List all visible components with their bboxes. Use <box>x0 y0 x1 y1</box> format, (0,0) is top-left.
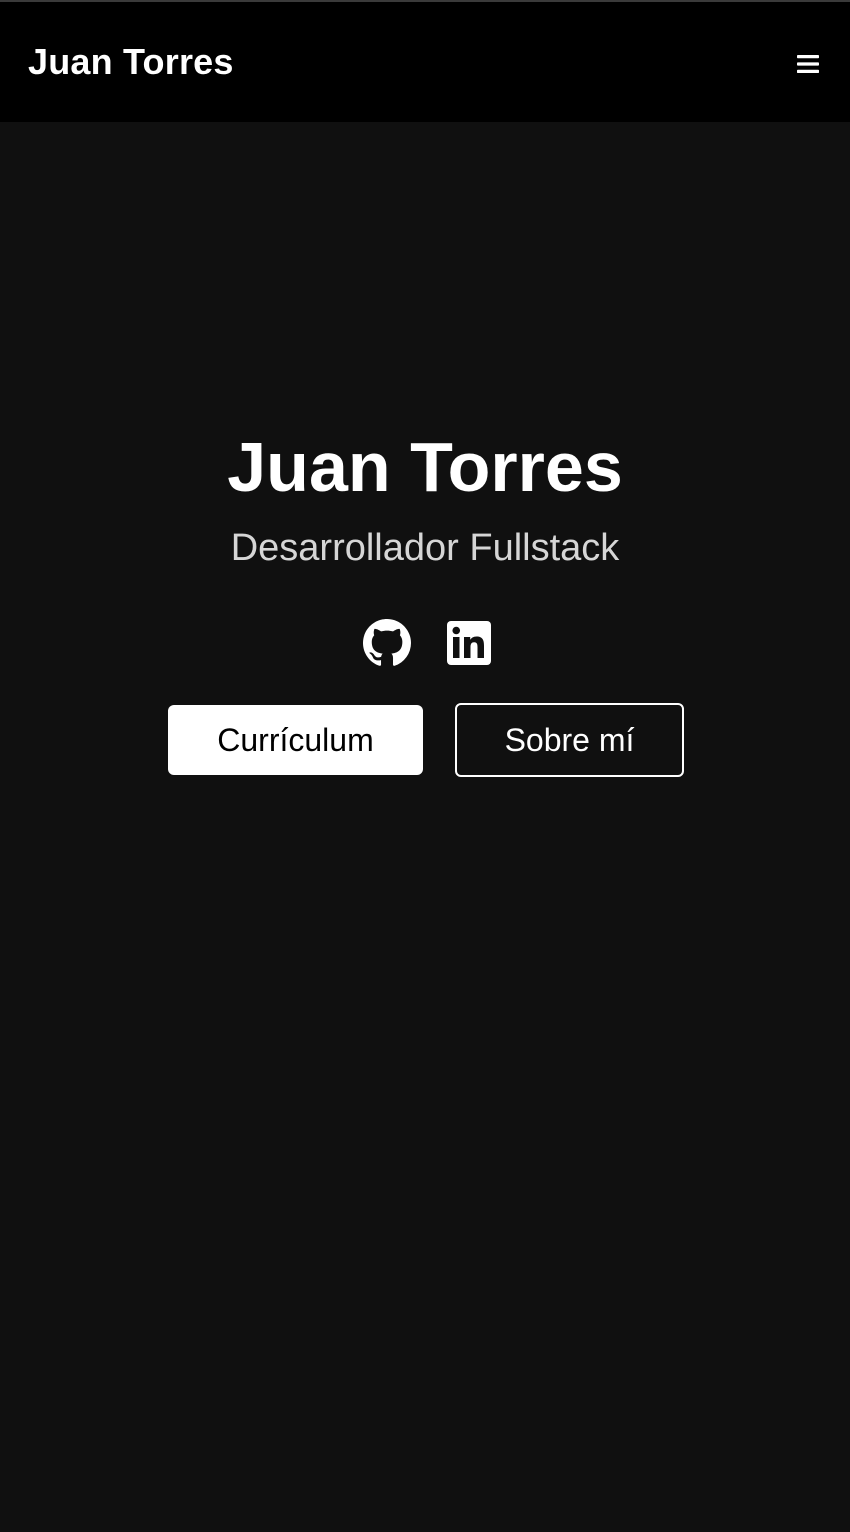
resume-button[interactable]: Currículum <box>168 705 423 775</box>
hamburger-menu-icon <box>797 55 819 73</box>
menu-button[interactable] <box>794 50 822 78</box>
github-link[interactable] <box>363 619 411 667</box>
social-links <box>357 619 493 667</box>
hero-title: Juan Torres <box>227 428 623 506</box>
linkedin-icon <box>447 621 491 665</box>
hero-actions: Currículum Sobre mí <box>166 703 684 777</box>
github-icon <box>363 619 411 666</box>
hero-section: Juan Torres Desarrollador Fullstack Curr… <box>0 425 850 777</box>
about-button[interactable]: Sobre mí <box>455 703 684 777</box>
main-content: Juan Torres Desarrollador Fullstack Curr… <box>0 122 850 1532</box>
navbar-brand[interactable]: Juan Torres <box>28 41 234 83</box>
navbar: Juan Torres <box>0 2 850 122</box>
linkedin-link[interactable] <box>445 619 493 667</box>
hero-subtitle: Desarrollador Fullstack <box>230 527 620 569</box>
